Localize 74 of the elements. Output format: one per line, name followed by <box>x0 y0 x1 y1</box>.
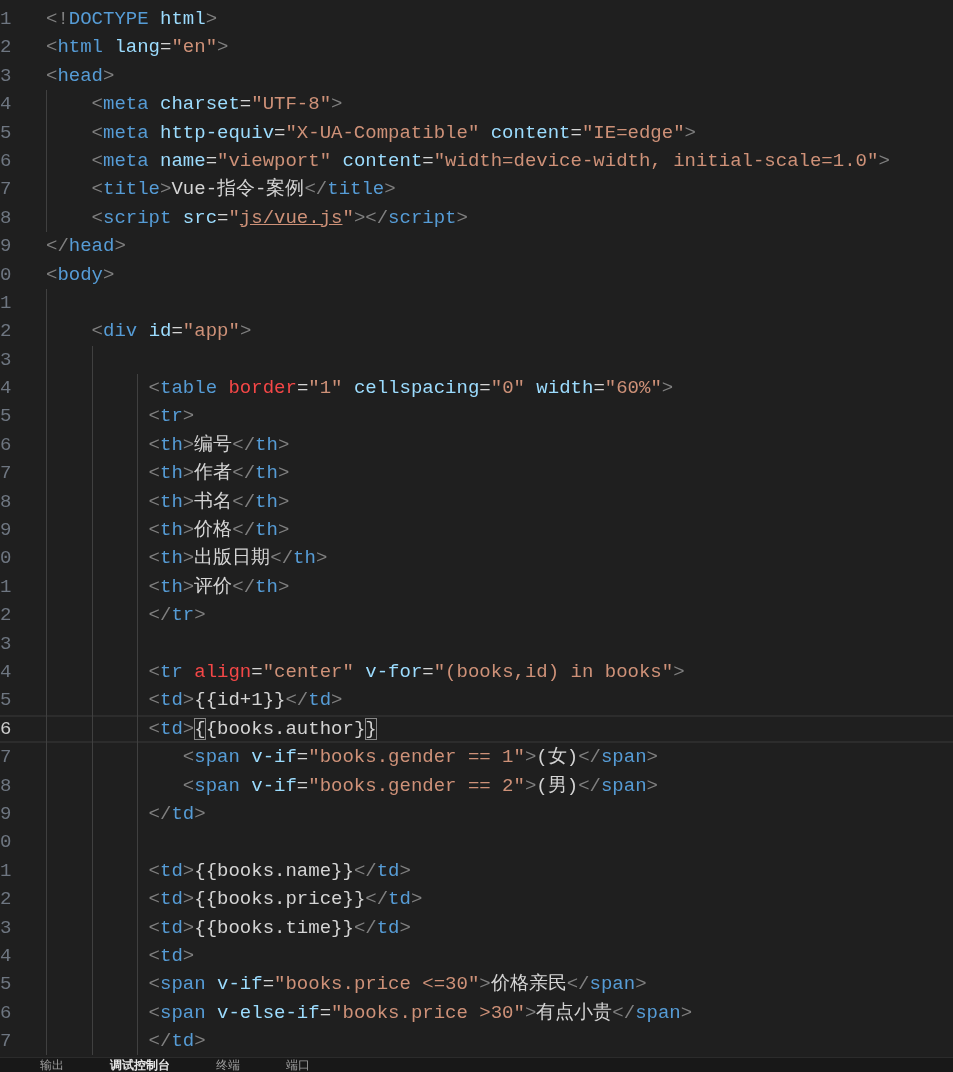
line-number: 5 <box>0 120 13 146</box>
line-number: 2 <box>0 603 13 629</box>
code-line: <meta http-equiv="X-UA-Compatible" content="IE=edge"> <box>90 120 696 146</box>
code-line: </head> <box>46 234 126 260</box>
line-number: 0 <box>0 262 13 288</box>
line-number: 4 <box>0 943 13 969</box>
panel-tab[interactable]: 终端 <box>216 1058 240 1072</box>
code-line: <th>出版日期</th> <box>147 546 328 572</box>
code-line: <span v-if="books.price <=30">价格亲民</span> <box>147 972 647 998</box>
line-number: 7 <box>0 745 13 771</box>
code-line: <th>作者</th> <box>147 461 290 487</box>
code-line: <span v-if="books.gender == 2">(男)</span> <box>181 773 658 799</box>
code-line: <div id="app"> <box>90 319 252 345</box>
line-number: 8 <box>0 773 13 799</box>
code-line: <span v-if="books.gender == 1">(女)</span> <box>181 745 658 771</box>
line-number: 6 <box>0 432 13 458</box>
line-number: 6 <box>0 148 13 174</box>
line-number: 9 <box>0 518 13 544</box>
line-number: 4 <box>0 92 13 118</box>
line-number: 1 <box>0 574 13 600</box>
panel-tab[interactable]: 端口 <box>286 1058 310 1072</box>
code-line: <meta charset="UTF-8"> <box>90 92 343 118</box>
panel-tab[interactable]: 调试控制台 <box>110 1058 170 1072</box>
line-number: 8 <box>0 205 13 231</box>
code-line: <th>编号</th> <box>147 432 290 458</box>
code-line: <th>评价</th> <box>147 574 290 600</box>
code-line: <th>书名</th> <box>147 489 290 515</box>
line-number: 2 <box>0 887 13 913</box>
line-number: 4 <box>0 376 13 402</box>
line-number: 1 <box>0 7 13 32</box>
line-number: 8 <box>0 489 13 515</box>
line-number: 9 <box>0 801 13 827</box>
code-line: <td>{{books.price}}</td> <box>147 887 423 913</box>
line-number: 5 <box>0 972 13 998</box>
code-line: </td> <box>147 801 206 827</box>
line-number: 4 <box>0 660 13 685</box>
code-line: </tr> <box>147 603 206 629</box>
line-number: 9 <box>0 234 13 260</box>
code-line: <td>{{books.name}}</td> <box>147 858 411 884</box>
code-line: </td> <box>147 1029 206 1055</box>
code-line: <td>{{id+1}}</td> <box>147 688 343 714</box>
line-number: 3 <box>0 915 13 941</box>
code-line: <title>Vue-指令-案例</title> <box>90 177 396 203</box>
code-line: <!DOCTYPE html> <box>46 7 218 32</box>
code-line: <tr align="center" v-for="(books,id) in books"> <box>147 660 685 685</box>
line-number: 6 <box>0 1000 13 1026</box>
line-number: 3 <box>0 347 13 373</box>
code-line: <span v-else-if="books.price >30">有点小贵</span> <box>147 1000 693 1026</box>
code-line: <th>价格</th> <box>147 518 290 544</box>
line-number: 3 <box>0 631 13 657</box>
panel-tab[interactable]: 输出 <box>40 1058 64 1072</box>
code-line: <td> <box>147 943 195 969</box>
code-line: <td>{{books.time}}</td> <box>147 915 411 941</box>
code-line: <tr> <box>147 404 195 430</box>
line-number: 7 <box>0 1029 13 1055</box>
code-line: <html lang="en"> <box>46 35 229 61</box>
line-number: 0 <box>0 546 13 572</box>
line-number: 6 <box>0 716 13 742</box>
line-number: 0 <box>0 830 13 856</box>
line-number: 1 <box>0 290 13 316</box>
code-line: <td>{{books.author}} <box>147 716 377 742</box>
line-number: 2 <box>0 35 13 61</box>
line-number: 5 <box>0 404 13 430</box>
line-number: 3 <box>0 63 13 89</box>
code-line: <script src="js/vue.js"></script> <box>90 205 468 231</box>
line-number: 7 <box>0 461 13 487</box>
line-number: 5 <box>0 688 13 714</box>
code-line: <head> <box>46 63 115 89</box>
code-line: <body> <box>46 262 115 288</box>
code-line: <meta name="viewport" content="width=device-width, initial-scale=1.0"> <box>90 148 890 174</box>
line-number: 7 <box>0 177 13 203</box>
code-line: <table border="1" cellspacing="0" width="60%"> <box>147 376 674 402</box>
line-number: 1 <box>0 858 13 884</box>
line-number: 2 <box>0 319 13 345</box>
